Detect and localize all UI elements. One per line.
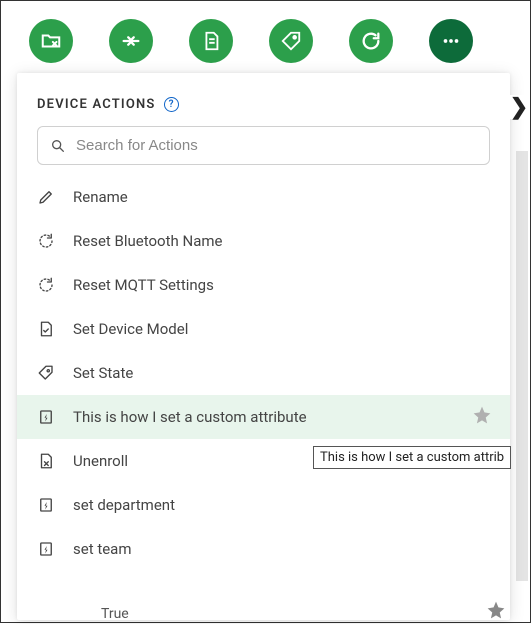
action-item-reset-mqtt-settings[interactable]: Reset MQTT Settings xyxy=(17,263,510,307)
star-icon[interactable] xyxy=(472,405,492,429)
tag-outline-icon xyxy=(37,364,55,382)
panel-header: DEVICE ACTIONS ? xyxy=(17,97,510,126)
merge-icon xyxy=(120,30,142,52)
bolt-icon xyxy=(37,496,55,514)
reset-dots-icon xyxy=(37,232,55,250)
background-strip xyxy=(516,151,528,581)
document-icon xyxy=(200,30,222,52)
bottom-value: True xyxy=(101,606,129,622)
doc-check-icon xyxy=(37,320,55,338)
folder-remove-icon xyxy=(40,30,62,52)
tooltip: This is how I set a custom attrib xyxy=(313,446,511,469)
action-label: Rename xyxy=(73,188,128,206)
help-icon[interactable]: ? xyxy=(164,97,179,112)
device-actions-panel: DEVICE ACTIONS ? Rename Reset Bluetooth … xyxy=(17,73,510,620)
action-label: Unenroll xyxy=(73,452,128,470)
merge-button[interactable] xyxy=(109,19,153,63)
bottom-star-icon xyxy=(486,600,506,624)
action-item-set-state[interactable]: Set State xyxy=(17,351,510,395)
more-button[interactable] xyxy=(429,19,473,63)
action-label: set team xyxy=(73,540,132,558)
action-item-rename[interactable]: Rename xyxy=(17,175,510,219)
bolt-icon xyxy=(37,408,55,426)
action-label: Set State xyxy=(73,364,133,382)
toolbar xyxy=(1,1,530,77)
search-icon xyxy=(50,138,66,154)
chevron-right-icon[interactable]: ❯ xyxy=(510,95,528,119)
bolt-icon xyxy=(37,540,55,558)
refresh-button[interactable] xyxy=(349,19,393,63)
tag-icon xyxy=(280,30,302,52)
panel-title: DEVICE ACTIONS xyxy=(37,97,156,112)
action-item-set-team[interactable]: set team xyxy=(17,527,510,571)
action-label: Set Device Model xyxy=(73,320,188,338)
action-list: Rename Reset Bluetooth Name Reset MQTT S… xyxy=(17,175,510,571)
more-icon xyxy=(440,30,462,52)
document-button[interactable] xyxy=(189,19,233,63)
action-item-set-department[interactable]: set department xyxy=(17,483,510,527)
tag-button[interactable] xyxy=(269,19,313,63)
doc-x-icon xyxy=(37,452,55,470)
action-label: This is how I set a custom attribute xyxy=(73,408,307,426)
pencil-icon xyxy=(37,188,55,206)
action-item-this-is-how-i-set-a-custom-attribute[interactable]: This is how I set a custom attribute xyxy=(17,395,510,439)
action-label: Reset Bluetooth Name xyxy=(73,232,222,250)
refresh-icon xyxy=(360,30,382,52)
action-label: set department xyxy=(73,496,175,514)
action-label: Reset MQTT Settings xyxy=(73,276,214,294)
action-item-reset-bluetooth-name[interactable]: Reset Bluetooth Name xyxy=(17,219,510,263)
search-input[interactable] xyxy=(76,137,477,154)
search-wrap[interactable] xyxy=(37,126,490,165)
folder-remove-button[interactable] xyxy=(29,19,73,63)
action-item-set-device-model[interactable]: Set Device Model xyxy=(17,307,510,351)
reset-dots-icon xyxy=(37,276,55,294)
